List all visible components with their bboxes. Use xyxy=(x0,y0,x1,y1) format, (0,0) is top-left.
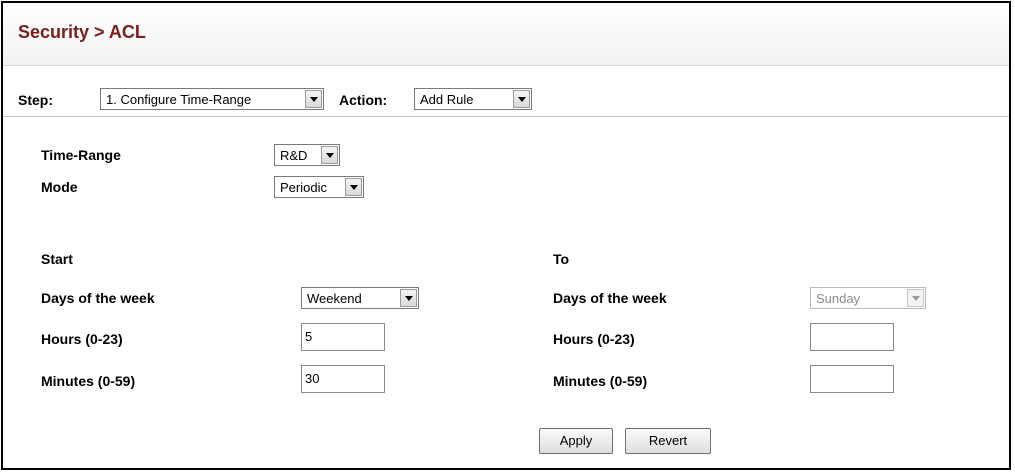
chevron-down-icon[interactable] xyxy=(513,90,530,108)
revert-button[interactable]: Revert xyxy=(625,428,711,454)
chevron-down-icon[interactable] xyxy=(400,289,417,307)
start-days-value: Weekend xyxy=(307,291,362,306)
to-hours-label: Hours (0-23) xyxy=(553,331,635,347)
chevron-down-icon[interactable] xyxy=(907,289,924,307)
step-select[interactable]: 1. Configure Time-Range xyxy=(100,88,324,110)
action-select-value: Add Rule xyxy=(420,92,474,107)
start-minutes-input[interactable]: 30 xyxy=(301,365,385,393)
time-range-label: Time-Range xyxy=(41,147,121,163)
start-minutes-label: Minutes (0-59) xyxy=(41,373,136,389)
to-heading: To xyxy=(553,251,570,267)
to-days-select[interactable]: Sunday xyxy=(810,287,926,309)
mode-label: Mode xyxy=(41,179,78,195)
page-title: Security > ACL xyxy=(18,22,146,42)
chevron-down-icon[interactable] xyxy=(305,90,322,108)
step-bar: Step: 1. Configure Time-Range Action: Ad… xyxy=(3,66,1009,117)
start-days-select[interactable]: Weekend xyxy=(301,287,419,309)
to-minutes-label: Minutes (0-59) xyxy=(553,373,648,389)
apply-button[interactable]: Apply xyxy=(539,428,613,454)
to-hours-input[interactable] xyxy=(810,323,894,351)
chevron-down-icon[interactable] xyxy=(321,146,338,164)
to-days-label: Days of the week xyxy=(553,290,667,306)
start-hours-value: 5 xyxy=(305,329,313,344)
step-label: Step: xyxy=(18,92,53,108)
mode-select[interactable]: Periodic xyxy=(274,176,364,198)
to-minutes-input[interactable] xyxy=(810,365,894,393)
to-days-value: Sunday xyxy=(816,291,861,306)
time-range-select-value: R&D xyxy=(280,148,308,163)
action-label: Action: xyxy=(339,92,388,108)
acl-panel: Security > ACL Step: 1. Configure Time-R… xyxy=(1,1,1011,470)
start-days-label: Days of the week xyxy=(41,290,155,306)
start-heading: Start xyxy=(41,251,73,267)
start-minutes-value: 30 xyxy=(305,371,320,386)
title-bar: Security > ACL xyxy=(3,3,1009,66)
mode-select-value: Periodic xyxy=(280,180,327,195)
action-select[interactable]: Add Rule xyxy=(414,88,532,110)
chevron-down-icon[interactable] xyxy=(345,178,362,196)
time-range-select[interactable]: R&D xyxy=(274,144,340,166)
start-hours-label: Hours (0-23) xyxy=(41,331,123,347)
start-hours-input[interactable]: 5 xyxy=(301,323,385,351)
step-select-value: 1. Configure Time-Range xyxy=(106,92,252,107)
